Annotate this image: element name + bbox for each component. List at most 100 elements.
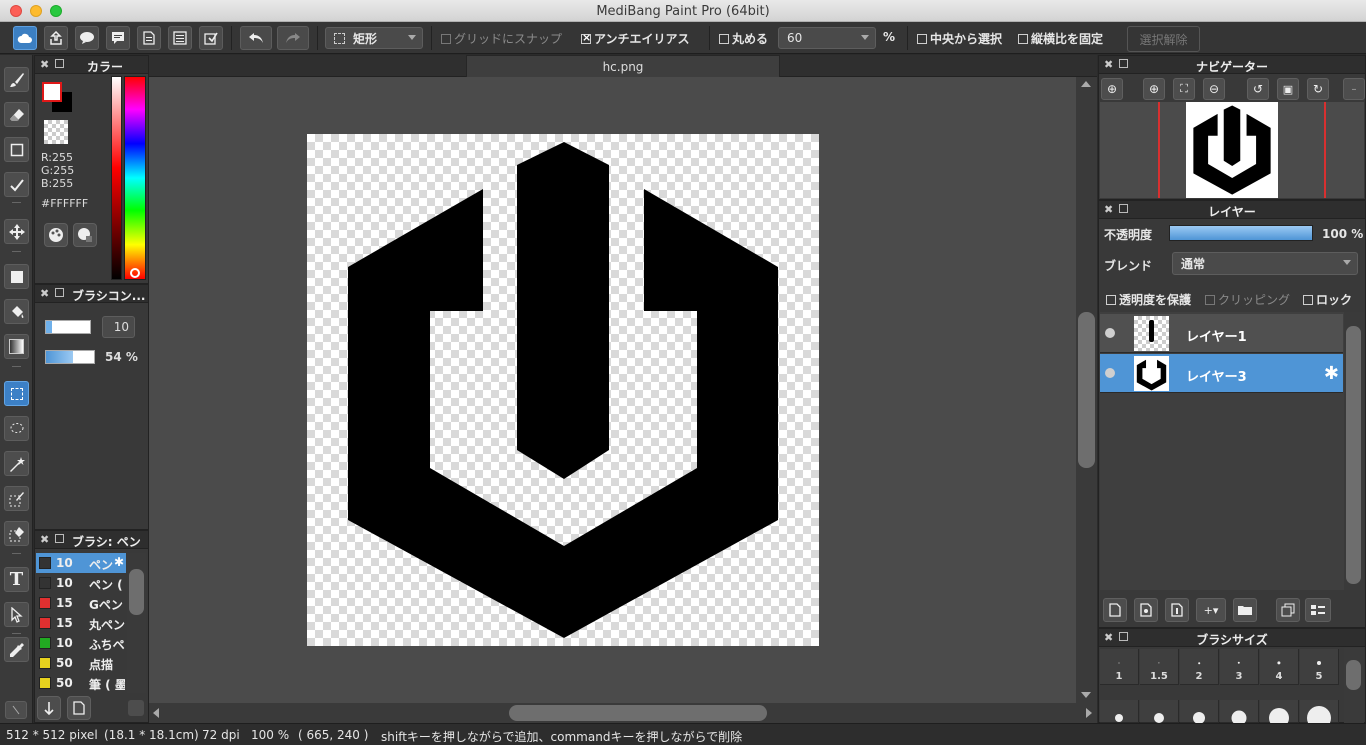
saturation-slider[interactable] xyxy=(111,76,122,280)
layer-row[interactable]: レイヤー1 xyxy=(1100,314,1343,353)
scroll-right-arrow-icon[interactable] xyxy=(1086,708,1092,718)
new-halftone-layer-icon[interactable] xyxy=(1134,598,1158,622)
canvas-vertical-scroll-thumb[interactable] xyxy=(1078,312,1095,468)
lock-checkbox[interactable]: ロック xyxy=(1303,291,1352,308)
select-from-center-checkbox[interactable]: 中央から選択 xyxy=(917,30,1002,47)
layer-opacity-slider[interactable] xyxy=(1169,225,1313,241)
brush-size-cell[interactable] xyxy=(1140,700,1179,723)
brush-size-cell[interactable] xyxy=(1300,700,1339,730)
brush-list-item[interactable]: 50 筆 ( 墨 xyxy=(36,673,126,693)
comment-icon[interactable] xyxy=(75,26,99,50)
artboard[interactable] xyxy=(307,134,819,646)
zoom-fit-icon[interactable]: ⊕ xyxy=(1101,78,1123,100)
hue-slider[interactable] xyxy=(124,76,146,280)
brush-size-input[interactable]: 10 xyxy=(102,316,135,338)
checklist-icon[interactable] xyxy=(199,26,223,50)
brush-size-cell[interactable] xyxy=(1260,700,1299,728)
magic-wand-icon[interactable] xyxy=(4,451,29,476)
eraser-tool-icon[interactable] xyxy=(4,102,29,127)
visibility-icon[interactable] xyxy=(1105,368,1115,378)
flip-icon[interactable]: ▣ xyxy=(1277,78,1299,100)
list-icon[interactable] xyxy=(168,26,192,50)
fit-window-icon[interactable]: ⛶ xyxy=(1173,78,1195,100)
document-icon[interactable] xyxy=(137,26,161,50)
bucket-tool-icon[interactable] xyxy=(4,299,29,324)
protect-alpha-checkbox[interactable]: 透明度を保護 xyxy=(1106,291,1191,308)
brush-size-cell[interactable]: 1 xyxy=(1100,649,1139,685)
fix-aspect-checkbox[interactable]: 縦横比を固定 xyxy=(1018,30,1103,47)
move-tool-icon[interactable] xyxy=(4,219,29,244)
operation-tool-icon[interactable] xyxy=(4,602,29,627)
message-icon[interactable] xyxy=(106,26,130,50)
duplicate-layer-icon[interactable] xyxy=(1276,598,1300,622)
redo-button[interactable] xyxy=(277,26,309,50)
new-layer-icon[interactable] xyxy=(1103,598,1127,622)
upload-icon[interactable] xyxy=(44,26,68,50)
text-tool-icon[interactable]: T xyxy=(4,567,29,592)
scroll-down-arrow-icon[interactable] xyxy=(1081,692,1091,698)
rectangle-tool-icon[interactable] xyxy=(4,137,29,162)
foreground-color-swatch[interactable] xyxy=(42,82,62,102)
navigator-menu-icon[interactable]: – xyxy=(1343,78,1365,100)
popout-icon[interactable] xyxy=(55,59,64,68)
brush-settings-gear-icon[interactable]: ✱ xyxy=(114,555,124,569)
scroll-up-arrow-icon[interactable] xyxy=(1081,81,1091,87)
selection-eraser-icon[interactable] xyxy=(4,521,29,546)
round-checkbox[interactable]: 丸める xyxy=(719,30,768,47)
antialias-checkbox[interactable]: アンチエイリアス xyxy=(581,30,690,47)
layer-list-scrollbar[interactable] xyxy=(1344,312,1364,590)
snap-grid-checkbox[interactable]: グリッドにスナップ xyxy=(441,30,562,47)
canvas-horizontal-scroll-thumb[interactable] xyxy=(509,705,767,721)
navigator-preview[interactable] xyxy=(1100,102,1364,198)
lasso-tool-icon[interactable] xyxy=(4,416,29,441)
hand-tool-icon[interactable] xyxy=(5,701,27,719)
brush-list-item[interactable]: 10 ペン ✱ xyxy=(36,553,126,573)
new-brush-icon[interactable] xyxy=(67,696,91,720)
layer-settings-gear-icon[interactable]: ✱ xyxy=(1324,363,1339,384)
brush-list-item[interactable]: 10 ペン ( xyxy=(36,573,126,593)
eyedropper-tool-icon[interactable] xyxy=(4,637,29,662)
add-layer-menu-icon[interactable]: +▾ xyxy=(1196,598,1226,622)
brush-size-cell[interactable]: 1.5 xyxy=(1140,649,1179,685)
undo-button[interactable] xyxy=(240,26,272,50)
brush-size-cell[interactable]: 5 xyxy=(1300,649,1339,685)
palette-icon[interactable] xyxy=(44,223,68,247)
zoom-out-icon[interactable]: ⊖ xyxy=(1203,78,1225,100)
brush-menu-button[interactable] xyxy=(128,700,144,716)
folder-icon[interactable] xyxy=(1233,598,1257,622)
cloud-icon[interactable] xyxy=(13,26,37,50)
close-icon[interactable]: ✖ xyxy=(40,58,49,71)
brush-size-cell[interactable]: 2 xyxy=(1180,649,1219,685)
brush-list-item[interactable]: 50 点描 xyxy=(36,653,126,673)
brush-size-slider[interactable] xyxy=(45,320,91,334)
layer-row[interactable]: レイヤー3 ✱ xyxy=(1100,354,1343,393)
selection-shape-dropdown[interactable]: 矩形 xyxy=(325,27,423,49)
rotate-right-icon[interactable]: ↻ xyxy=(1307,78,1329,100)
selection-pen-icon[interactable] xyxy=(4,486,29,511)
popout-icon[interactable] xyxy=(55,534,64,543)
popout-icon[interactable] xyxy=(55,288,64,297)
rotate-left-icon[interactable]: ↺ xyxy=(1247,78,1269,100)
deselect-button[interactable]: 選択解除 xyxy=(1127,26,1200,52)
brush-list-scrollbar[interactable] xyxy=(127,553,146,693)
scroll-left-arrow-icon[interactable] xyxy=(153,708,159,718)
visibility-icon[interactable] xyxy=(1105,328,1115,338)
brush-size-cell[interactable] xyxy=(1100,700,1139,723)
clipping-checkbox[interactable]: クリッピング xyxy=(1205,291,1290,308)
round-value-dropdown[interactable]: 60 xyxy=(778,27,876,49)
select-tool-icon[interactable] xyxy=(4,381,29,406)
transparent-color-swatch[interactable] xyxy=(44,120,68,144)
brush-size-cell[interactable] xyxy=(1220,700,1259,726)
close-icon[interactable]: ✖ xyxy=(40,533,49,546)
gradient-tool-icon[interactable] xyxy=(4,334,29,359)
zoom-in-icon[interactable]: ⊕ xyxy=(1143,78,1165,100)
brush-list-item[interactable]: 15 Gペン xyxy=(36,593,126,613)
brush-size-cell[interactable]: 4 xyxy=(1260,649,1299,685)
brush-opacity-slider[interactable] xyxy=(45,350,95,364)
layer-menu-icon[interactable] xyxy=(1305,598,1331,622)
new-1bit-layer-icon[interactable] xyxy=(1165,598,1189,622)
palette-edit-icon[interactable] xyxy=(73,223,97,247)
close-icon[interactable]: ✖ xyxy=(40,287,49,300)
fill-rect-tool-icon[interactable] xyxy=(4,264,29,289)
blend-mode-dropdown[interactable]: 通常 xyxy=(1172,252,1358,275)
